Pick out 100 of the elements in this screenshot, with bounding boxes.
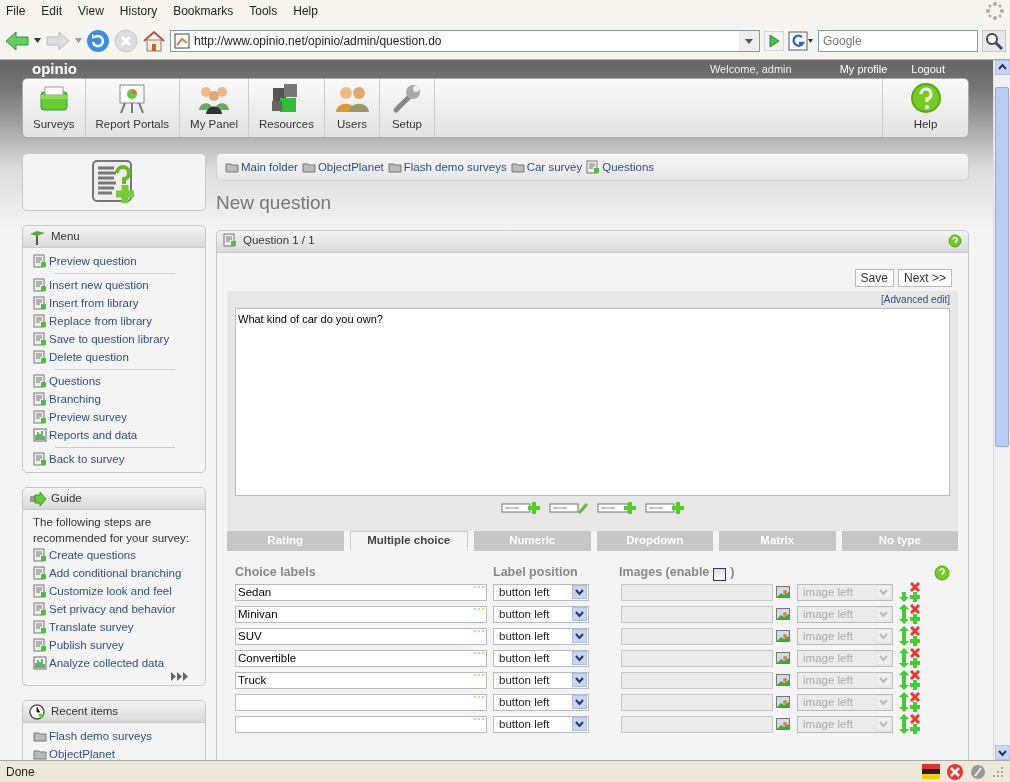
position-select[interactable]: button left (493, 605, 589, 623)
label-field[interactable]: Sedan (235, 583, 487, 601)
position-select[interactable]: button left (493, 627, 589, 645)
question-text-area[interactable]: What kind of car do you own? (235, 307, 950, 496)
add-icon[interactable] (910, 592, 920, 603)
image-icon[interactable] (776, 674, 790, 687)
position-select[interactable]: button left (493, 693, 589, 711)
image-icon[interactable] (776, 586, 790, 599)
up-arrow-icon[interactable] (899, 648, 909, 659)
delete-icon[interactable] (910, 648, 920, 659)
menu-item[interactable]: History (119, 2, 158, 20)
position-select[interactable]: button left (493, 715, 589, 733)
up-arrow-icon[interactable] (899, 626, 909, 637)
image-field[interactable] (621, 715, 773, 733)
error-icon[interactable] (946, 762, 964, 781)
add-row-icon[interactable] (500, 500, 541, 515)
image-icon[interactable] (776, 718, 790, 731)
nav-tab[interactable]: Setup (379, 79, 435, 137)
label-field[interactable]: Minivan (235, 605, 487, 623)
nav-tab[interactable]: Report Portals (85, 79, 181, 137)
up-arrow-icon[interactable] (899, 714, 909, 725)
add-icon[interactable] (910, 658, 920, 669)
search-field[interactable]: Google (818, 29, 978, 52)
nav-tab[interactable]: Surveys (23, 79, 86, 137)
menu-item[interactable]: View (78, 2, 104, 20)
down-arrow-icon[interactable] (899, 592, 909, 603)
image-field[interactable] (621, 627, 773, 645)
add-icon[interactable] (910, 614, 920, 625)
add-icon[interactable] (910, 636, 920, 647)
down-arrow-icon[interactable] (899, 636, 909, 647)
more-arrows-icon[interactable] (171, 672, 189, 681)
breadcrumb-link[interactable]: ObjectPlanet (301, 159, 384, 175)
image-icon[interactable] (776, 652, 790, 665)
edit-row-icon[interactable] (548, 500, 589, 515)
up-arrow-icon[interactable] (899, 670, 909, 681)
label-field[interactable]: Convertible (235, 649, 487, 667)
image-icon[interactable] (776, 696, 790, 709)
position-select[interactable]: button left (493, 583, 589, 601)
home-icon[interactable] (142, 28, 166, 53)
dots-icon[interactable] (473, 694, 485, 699)
image-icon[interactable] (776, 608, 790, 621)
breadcrumb-link[interactable]: Flash demo surveys (387, 159, 507, 175)
sidebar-link[interactable]: Flash demo surveys (33, 728, 152, 744)
sidebar-link[interactable]: Add conditional branching (33, 565, 182, 581)
sidebar-link[interactable]: Insert from library (33, 295, 139, 311)
image-field[interactable] (621, 671, 773, 689)
advanced-edit-link[interactable]: [Advanced edit] (881, 291, 950, 308)
delete-icon[interactable] (910, 692, 920, 703)
sidebar-link[interactable]: Reports and data (33, 427, 138, 443)
scroll-down-icon[interactable] (994, 745, 1010, 760)
sidebar-link[interactable]: Preview question (33, 253, 137, 269)
search-icon[interactable] (982, 29, 1006, 52)
delete-icon[interactable] (910, 626, 920, 637)
dots-icon[interactable] (473, 584, 485, 589)
label-field[interactable]: Truck (235, 671, 487, 689)
up-arrow-icon[interactable] (899, 692, 909, 703)
sidebar-link[interactable]: ObjectPlanet (33, 746, 115, 760)
sidebar-link[interactable]: Translate survey (33, 619, 134, 635)
sidebar-link[interactable]: Insert new question (33, 277, 149, 293)
dots-icon[interactable] (473, 716, 485, 721)
google-icon[interactable] (788, 30, 814, 51)
nav-tab[interactable]: Help (882, 79, 968, 137)
sidebar-link[interactable]: Customize look and feel (33, 583, 172, 599)
header-link[interactable]: Logout (911, 60, 945, 78)
nav-tab[interactable]: Resources (249, 79, 325, 137)
sidebar-link[interactable]: Save to question library (33, 331, 170, 347)
add-image-row-icon[interactable] (644, 500, 685, 515)
label-field[interactable] (235, 715, 487, 733)
up-arrow-icon[interactable] (899, 604, 909, 615)
breadcrumb-link[interactable]: Car survey (510, 159, 583, 175)
image-field[interactable] (621, 605, 773, 623)
sidebar-link[interactable]: Publish survey (33, 637, 124, 653)
menu-item[interactable]: Help (293, 2, 318, 20)
add-icon[interactable] (910, 724, 920, 735)
sidebar-link[interactable]: Replace from library (33, 313, 152, 329)
down-arrow-icon[interactable] (899, 702, 909, 713)
sidebar-link[interactable]: Questions (33, 373, 101, 389)
dropdown-icon[interactable] (739, 30, 759, 51)
sidebar-link[interactable]: Branching (33, 391, 101, 407)
delete-icon[interactable] (910, 582, 920, 593)
menu-item[interactable]: Bookmarks (173, 2, 234, 20)
dots-icon[interactable] (473, 606, 485, 611)
form-button[interactable]: Save (854, 268, 894, 287)
help-icon[interactable] (934, 565, 950, 582)
dots-icon[interactable] (473, 672, 485, 677)
down-arrow-icon[interactable] (899, 724, 909, 735)
add-icon[interactable] (910, 702, 920, 713)
nav-tab[interactable]: My Panel (180, 79, 249, 137)
dots-icon[interactable] (473, 650, 485, 655)
header-link[interactable]: My profile (839, 60, 888, 78)
breadcrumb-link[interactable]: Main folder (225, 159, 298, 175)
sidebar-link[interactable]: Create questions (33, 547, 136, 563)
reload-icon[interactable] (86, 28, 110, 53)
label-field[interactable]: SUV (235, 627, 487, 645)
sidebar-link[interactable]: Delete question (33, 349, 129, 365)
position-select[interactable]: button left (493, 649, 589, 667)
dots-icon[interactable] (473, 628, 485, 633)
menu-item[interactable]: Edit (41, 2, 63, 20)
sidebar-link[interactable]: Preview survey (33, 409, 127, 425)
checkbox[interactable] (713, 568, 727, 582)
